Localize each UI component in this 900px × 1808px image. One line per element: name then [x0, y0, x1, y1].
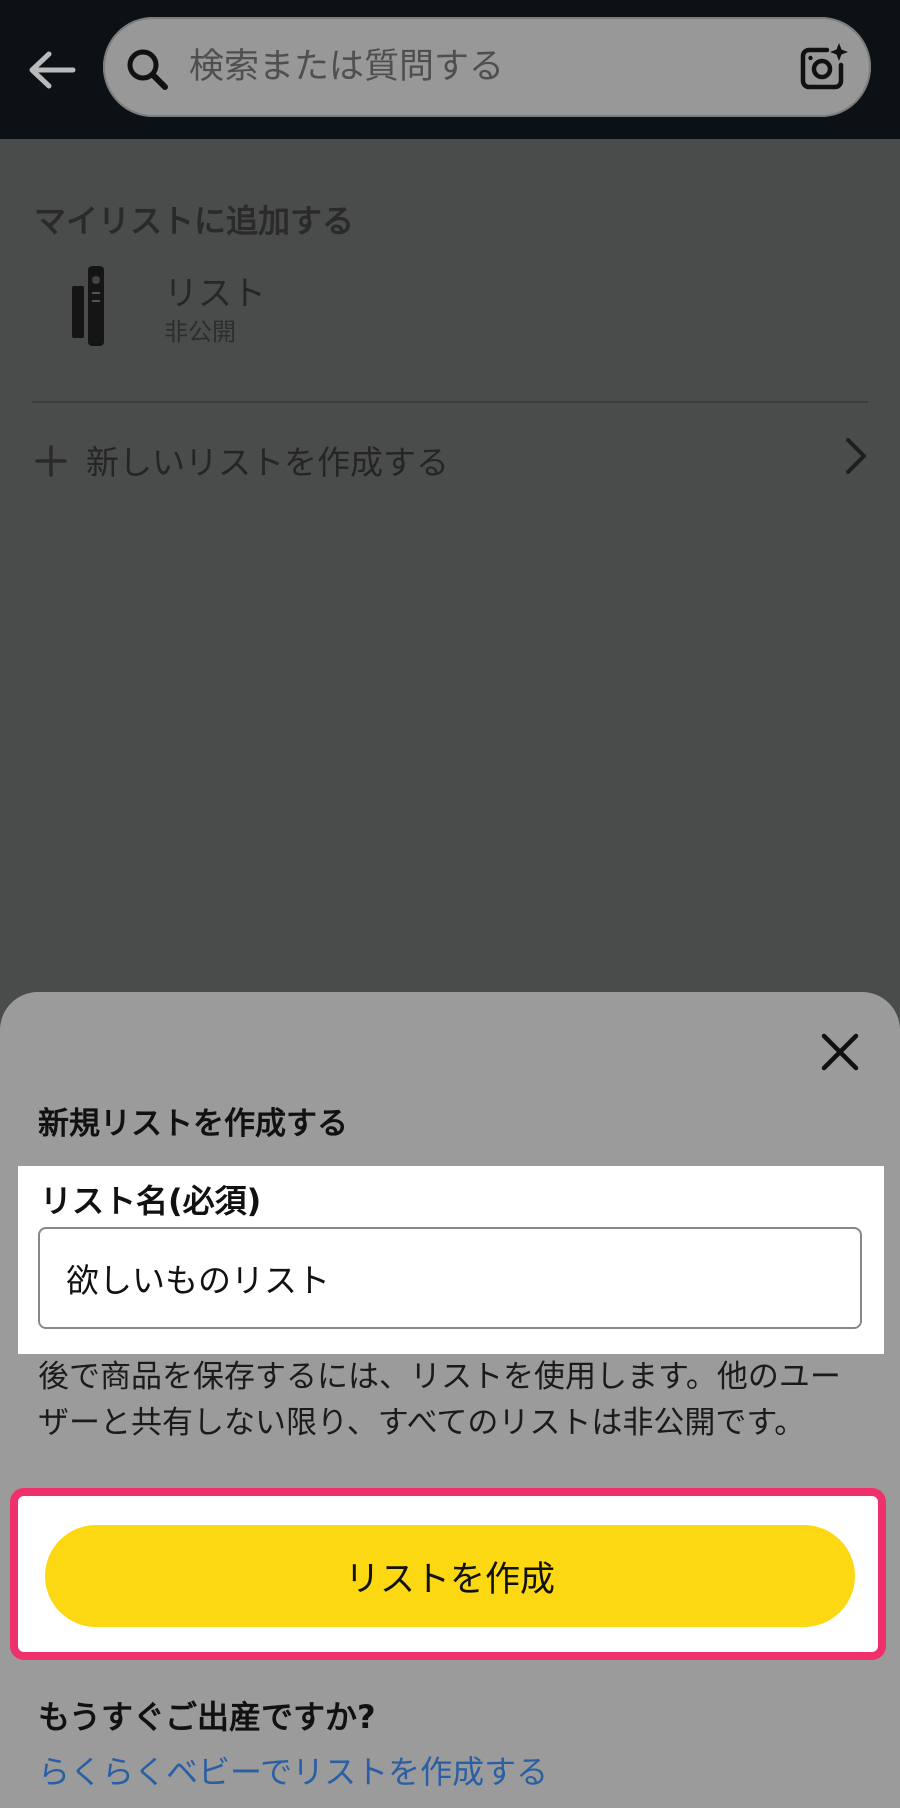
new-list-row[interactable]: 新しいリストを作成する — [0, 420, 900, 504]
sheet-description: 後で商品を保存するには、リストを使用します。他のユーザーと共有しない限り、すべて… — [38, 1359, 841, 1441]
search-icon — [127, 49, 168, 90]
search-bar[interactable] — [103, 17, 871, 117]
baby-registry-link[interactable]: らくらくベビーでリストを作成する — [38, 1747, 548, 1793]
highlight-frame: リストを作成 — [10, 1488, 886, 1660]
list-name-label: リスト名(必須) — [40, 1182, 262, 1220]
camera-sparkle-icon — [800, 43, 848, 90]
create-list-button[interactable]: リストを作成 — [45, 1525, 855, 1627]
section-title: マイリストに追加する — [34, 202, 355, 240]
close-icon — [821, 1033, 859, 1071]
arrow-left-icon — [29, 51, 76, 89]
list-name-form: リスト名(必須) — [18, 1166, 884, 1354]
create-list-sheet: 新規リストを作成する リスト名(必須) 後で商品を保存するには、リストを使用しま… — [0, 992, 900, 1808]
divider — [32, 401, 868, 403]
sheet-title: 新規リストを作成する — [38, 1106, 348, 1142]
top-bar — [0, 0, 900, 139]
list-thumbnail — [72, 266, 104, 346]
camera-search-button[interactable] — [797, 41, 849, 93]
list-name: リスト — [164, 274, 266, 314]
baby-registry-question: もうすぐご出産ですか? — [38, 1698, 376, 1736]
list-privacy-status: 非公開 — [164, 318, 236, 346]
back-button[interactable] — [24, 44, 80, 96]
close-button[interactable] — [812, 1024, 868, 1080]
plus-icon — [35, 445, 67, 477]
list-item[interactable]: リスト 非公開 — [0, 258, 900, 358]
chevron-right-icon — [846, 438, 866, 474]
list-name-input[interactable] — [38, 1227, 862, 1329]
new-list-label: 新しいリストを作成する — [86, 443, 449, 482]
search-input[interactable] — [189, 39, 769, 95]
